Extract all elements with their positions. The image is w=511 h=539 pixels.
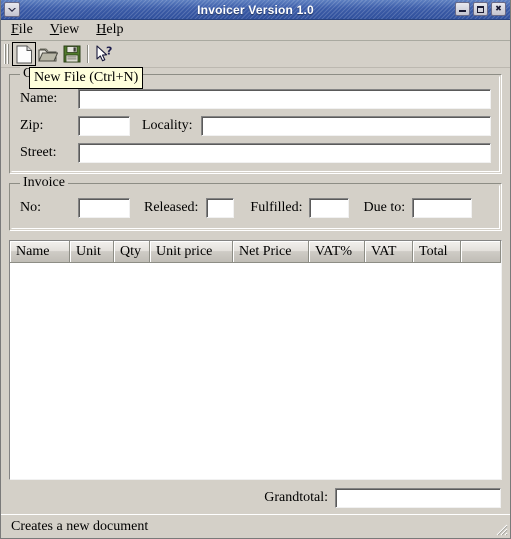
invoice-dueto-input[interactable] xyxy=(412,198,473,218)
table-column-header-blank[interactable] xyxy=(461,241,501,263)
tooltip-new-file: New File (Ctrl+N) xyxy=(29,67,144,89)
table-column-header-qty[interactable]: Qty xyxy=(114,241,150,263)
save-file-button[interactable] xyxy=(60,42,84,66)
menu-bar: File View Help xyxy=(1,20,510,41)
menu-file-accel: F xyxy=(11,22,19,37)
new-document-icon xyxy=(16,45,32,63)
svg-text:?: ? xyxy=(106,45,112,58)
menu-item-help[interactable]: Help xyxy=(95,21,124,39)
customer-street-label: Street: xyxy=(20,145,57,160)
central-widget: Customer Name: Zip: Locality: Street: In… xyxy=(1,66,510,514)
table-column-header-vat-[interactable]: VAT% xyxy=(309,241,365,263)
floppy-disk-save-icon xyxy=(63,45,81,63)
status-bar: Creates a new document xyxy=(1,514,510,538)
invoice-fields-row: No: Released: Fulfilled: Due to: xyxy=(20,198,491,218)
maximize-button[interactable] xyxy=(473,2,488,16)
customer-locality-label: Locality: xyxy=(142,118,193,133)
invoice-no-input[interactable] xyxy=(78,198,130,218)
maximize-icon xyxy=(477,5,484,13)
minimize-button[interactable] xyxy=(455,2,470,16)
customer-zip-input[interactable] xyxy=(78,116,130,136)
invoice-group-title: Invoice xyxy=(20,175,68,191)
cursor-question-help-icon: ? xyxy=(95,45,112,61)
tool-bar: ? New File (Ctrl+N) xyxy=(1,41,510,89)
invoice-released-input[interactable] xyxy=(206,198,235,218)
table-column-header-name[interactable]: Name xyxy=(10,241,70,263)
table-column-header-net-price[interactable]: Net Price xyxy=(233,241,309,263)
chevron-down-icon[interactable] xyxy=(4,2,20,17)
customer-street-row: Street: xyxy=(20,143,491,163)
title-bar[interactable]: Invoicer Version 1.0 ✖ xyxy=(1,0,510,20)
invoice-released-label: Released: xyxy=(144,200,199,215)
customer-zip-label: Zip: xyxy=(20,118,44,133)
menu-view-accel: V xyxy=(49,22,60,37)
customer-group: Customer Name: Zip: Locality: Street: xyxy=(9,66,502,174)
resize-grip-icon[interactable] xyxy=(494,522,508,536)
table-column-header-unit-price[interactable]: Unit price xyxy=(150,241,233,263)
toolbar-drag-handle[interactable] xyxy=(4,44,9,64)
grandtotal-label: Grandtotal: xyxy=(264,490,328,505)
customer-zip-locality-row: Zip: Locality: xyxy=(20,116,491,136)
menu-help-rest: elp xyxy=(106,22,124,37)
table-column-header-total[interactable]: Total xyxy=(413,241,461,263)
open-file-button[interactable] xyxy=(36,42,60,66)
invoice-fulfilled-input[interactable] xyxy=(308,198,349,218)
invoice-items-table[interactable]: Name Unit Qty Unit price Net Price VAT% VAT Tot… xyxy=(9,240,502,480)
window-title: Invoicer Version 1.0 xyxy=(197,2,314,17)
window-controls: ✖ xyxy=(455,2,506,16)
menu-help-accel: H xyxy=(96,22,107,37)
open-folder-icon xyxy=(38,48,58,61)
menu-file-rest: ile xyxy=(18,22,33,37)
table-column-header-unit[interactable]: Unit xyxy=(70,241,114,263)
whats-this-button[interactable]: ? xyxy=(92,42,116,66)
customer-name-row: Name: xyxy=(20,89,491,109)
application-window: Invoicer Version 1.0 ✖ File View Help ? … xyxy=(0,0,511,539)
close-icon: ✖ xyxy=(495,4,502,13)
customer-name-label: Name: xyxy=(20,91,58,106)
status-message: Creates a new document xyxy=(11,518,149,534)
invoice-fulfilled-label: Fulfilled: xyxy=(250,200,303,215)
minimize-icon xyxy=(459,10,466,12)
toolbar-separator xyxy=(87,45,89,63)
close-button[interactable]: ✖ xyxy=(491,2,506,16)
customer-name-input[interactable] xyxy=(78,89,491,109)
invoice-no-label: No: xyxy=(20,200,41,215)
menu-view-rest: iew xyxy=(59,22,80,37)
invoice-group: Invoice No: Released: Fulfilled: Due to: xyxy=(9,175,502,231)
customer-locality-input[interactable] xyxy=(200,116,491,136)
table-header-row: Name Unit Qty Unit price Net Price VAT% VAT Tot… xyxy=(10,241,501,263)
menu-item-view[interactable]: View xyxy=(49,21,81,39)
invoice-dueto-label: Due to: xyxy=(363,200,406,215)
grandtotal-input[interactable] xyxy=(335,488,501,508)
table-body[interactable] xyxy=(10,263,501,479)
customer-street-input[interactable] xyxy=(78,143,491,163)
menu-item-file[interactable]: File xyxy=(10,21,34,39)
grandtotal-row: Grandtotal: xyxy=(9,488,502,508)
new-file-button[interactable] xyxy=(12,42,36,66)
table-column-header-vat[interactable]: VAT xyxy=(365,241,413,263)
